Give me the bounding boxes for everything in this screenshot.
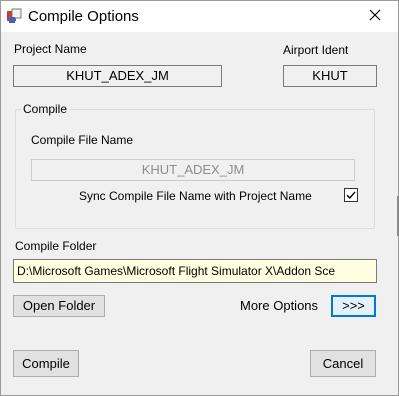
compile-group-legend: Compile: [21, 102, 70, 116]
more-options-label: More Options: [240, 298, 319, 313]
compile-options-dialog: Compile Options Project Name KHUT_ADEX_J…: [0, 0, 399, 396]
airport-ident-label: Airport Ident: [283, 43, 349, 57]
close-button[interactable]: [352, 1, 398, 32]
close-icon: [369, 9, 381, 24]
title-bar: Compile Options: [1, 1, 398, 32]
compile-button[interactable]: Compile: [13, 350, 79, 377]
window-title: Compile Options: [28, 8, 139, 25]
compile-app-icon: [6, 8, 22, 24]
compile-file-name-label: Compile File Name: [31, 133, 134, 147]
compile-file-name-input[interactable]: KHUT_ADEX_JM: [31, 159, 355, 181]
checkmark-icon: [346, 191, 356, 200]
project-name-field: KHUT_ADEX_JM: [13, 65, 222, 87]
compile-folder-label: Compile Folder: [15, 239, 97, 253]
project-name-label: Project Name: [14, 42, 87, 56]
compile-folder-input[interactable]: D:\Microsoft Games\Microsoft Flight Simu…: [13, 259, 377, 283]
more-options-button[interactable]: >>>: [331, 295, 376, 317]
cancel-button[interactable]: Cancel: [310, 350, 376, 377]
airport-ident-field: KHUT: [283, 65, 377, 87]
sync-file-name-label[interactable]: Sync Compile File Name with Project Name: [79, 189, 312, 203]
sync-file-name-checkbox[interactable]: [344, 188, 358, 202]
open-folder-button[interactable]: Open Folder: [13, 295, 105, 317]
